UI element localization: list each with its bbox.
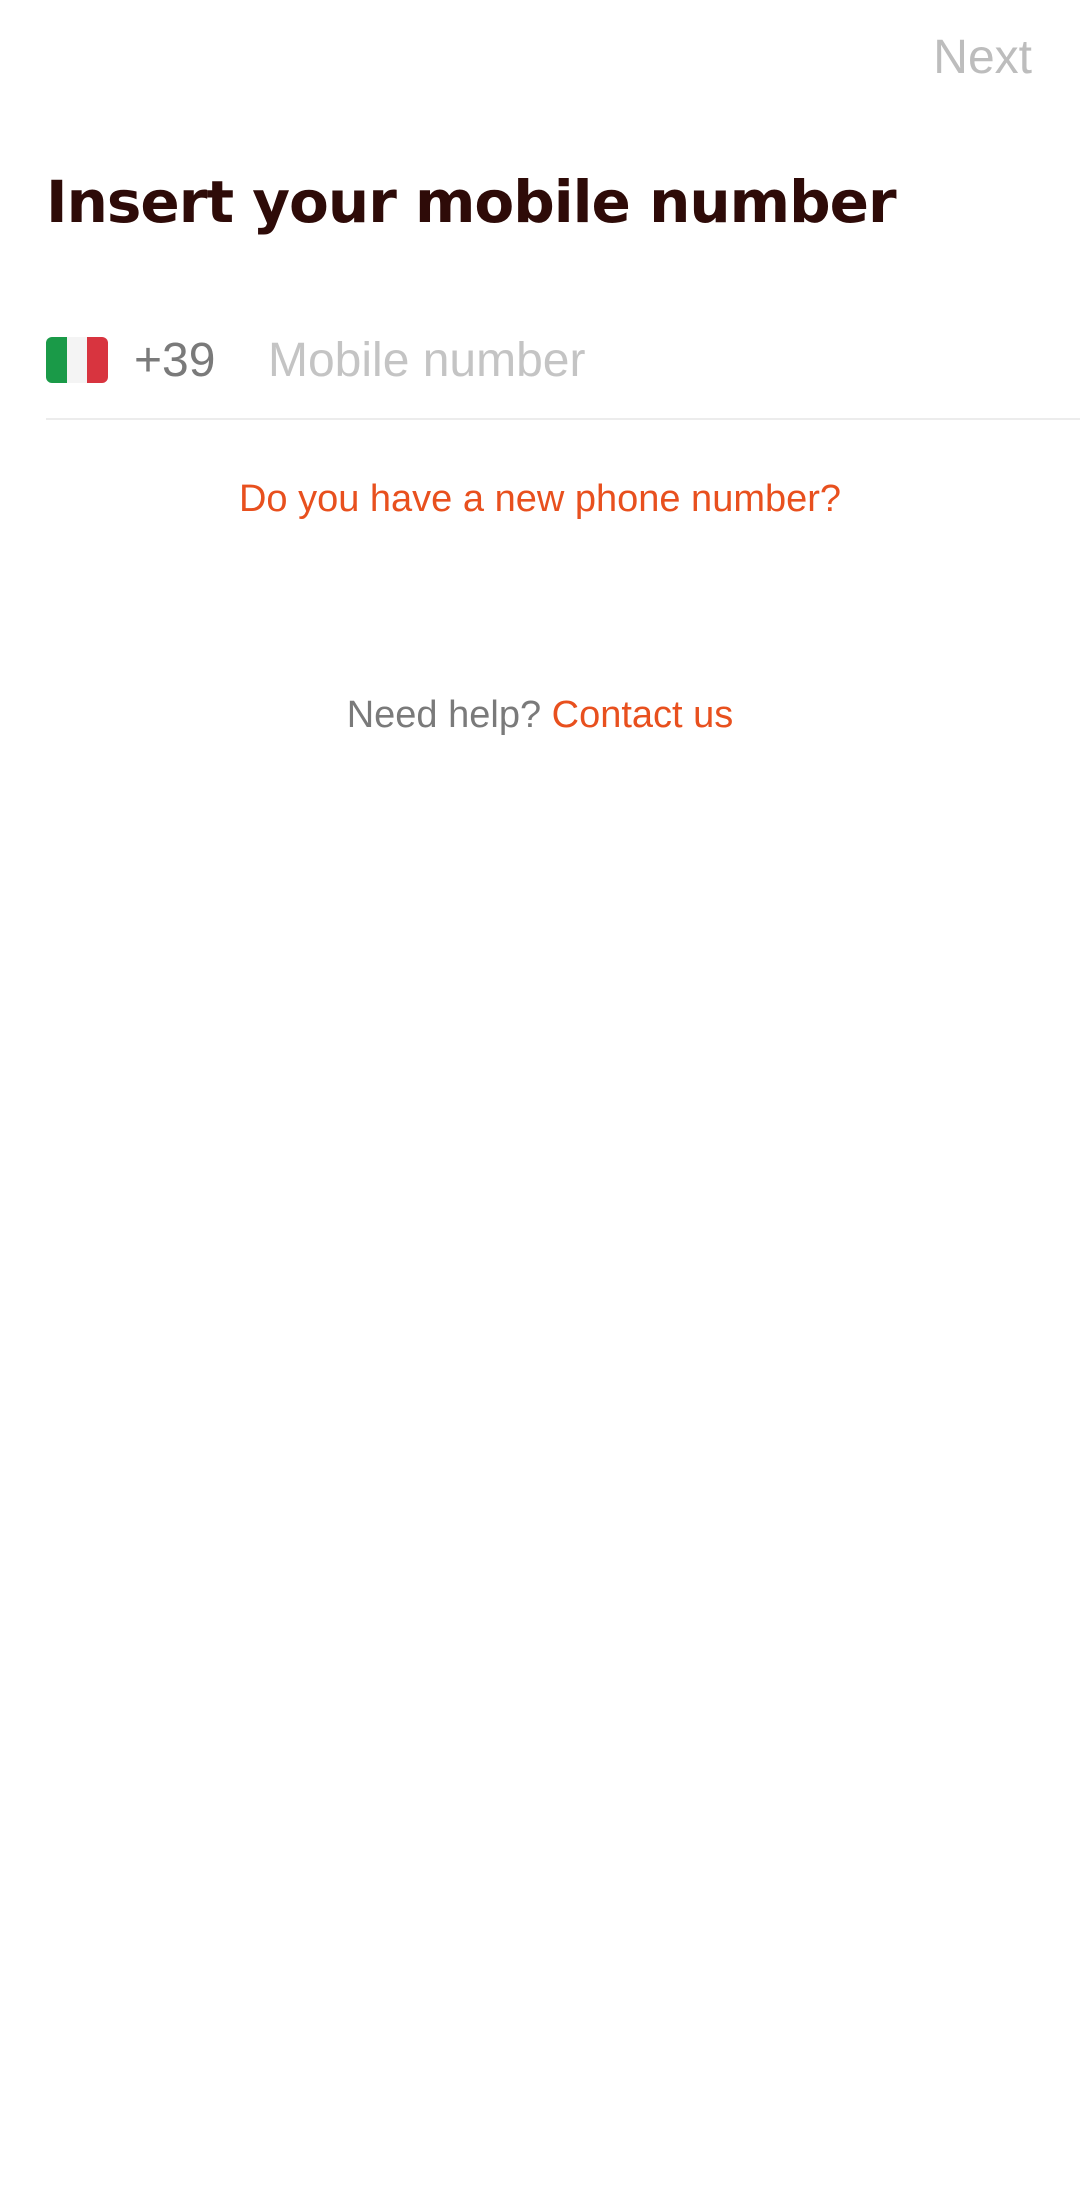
top-bar: Next xyxy=(0,0,1080,120)
phone-input-row: +39 xyxy=(46,300,1080,420)
country-selector[interactable]: +39 xyxy=(46,328,215,392)
page-title: Insert your mobile number xyxy=(46,168,897,236)
contact-us-link[interactable]: Contact us xyxy=(552,694,734,736)
new-phone-number-link[interactable]: Do you have a new phone number? xyxy=(0,478,1080,521)
help-text: Need help? xyxy=(346,694,552,736)
italy-flag-icon xyxy=(46,337,108,383)
next-button[interactable]: Next xyxy=(933,30,1032,85)
mobile-number-input[interactable] xyxy=(268,324,1048,396)
help-row: Need help? Contact us xyxy=(0,694,1080,737)
country-code: +39 xyxy=(134,333,216,387)
